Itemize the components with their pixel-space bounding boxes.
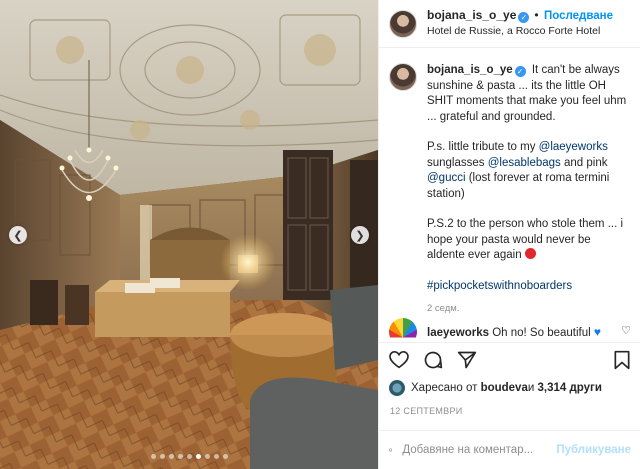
post-photo[interactable]: ❮ ❯: [0, 0, 378, 469]
caption-text-2c: and pink: [560, 156, 608, 169]
header-separator: •: [534, 8, 539, 22]
chevron-right-icon: ❯: [355, 229, 365, 242]
follow-button[interactable]: Последване: [544, 10, 613, 22]
carousel-dot: [159, 454, 165, 459]
like-comment-button[interactable]: ♡: [621, 324, 631, 337]
mention-link[interactable]: @lesablebags: [488, 157, 561, 169]
mention-link[interactable]: @gucci: [427, 172, 466, 184]
post-location[interactable]: Hotel de Russie, a Rocco Forte Hotel: [427, 24, 613, 39]
bookmark-icon[interactable]: [613, 350, 631, 370]
caption-username[interactable]: bojana_is_o_ye: [427, 64, 513, 76]
post-side-panel: bojana_is_o_ye ✓ • Последване Hotel de Rus…: [378, 0, 640, 469]
carousel-dot: [204, 454, 210, 459]
verified-badge-icon: ✓: [518, 12, 530, 23]
post-caption: bojana_is_o_ye ✓ It can't be always sunsh…: [427, 63, 629, 309]
carousel-dot: [177, 454, 183, 459]
comment-text: Oh no! So beautiful: [492, 327, 591, 339]
carousel-dot: [186, 454, 192, 459]
angry-emoji-icon: [524, 248, 536, 259]
hashtag-link[interactable]: #pickpocketswithnoboarders: [427, 280, 572, 292]
likes-middle: и: [527, 382, 535, 394]
likes-summary[interactable]: Харесано от boudeva и 3,314 други: [389, 380, 602, 396]
next-image-button[interactable]: ❯: [351, 226, 369, 244]
caption-row: bojana_is_o_ye ✓ It can't be always sunsh…: [389, 63, 629, 309]
post-date: 12 СЕПТЕМВРИ: [390, 406, 463, 416]
carousel-dot: [222, 454, 228, 459]
liker-username[interactable]: boudeva: [481, 382, 528, 394]
heart-icon[interactable]: [389, 350, 409, 369]
likes-prefix: Харесано от: [411, 382, 478, 394]
post-comment-button[interactable]: Публикуване: [556, 444, 631, 456]
hotel-room-image: [0, 0, 378, 469]
carousel-dot: [195, 454, 201, 459]
commenter-avatar[interactable]: [389, 318, 417, 341]
carousel-dot: [213, 454, 219, 459]
caption-text-2a: P.s. little tribute to my: [427, 141, 539, 153]
post-actions: [379, 342, 640, 376]
caption-avatar[interactable]: [389, 63, 417, 91]
author-avatar[interactable]: [389, 9, 417, 38]
carousel-dots: [0, 454, 378, 459]
add-comment-bar: Публикуване: [379, 430, 640, 469]
mention-link[interactable]: @laeyeworks: [539, 141, 608, 153]
comment-row: laeyeworks Oh no! So beautiful ♥ ♡: [389, 318, 631, 341]
smiley-icon[interactable]: [389, 440, 393, 460]
blue-heart-icon: ♥: [593, 325, 602, 339]
commenter-username[interactable]: laeyeworks: [427, 327, 489, 339]
caption-text-2b: sunglasses: [427, 156, 488, 169]
previous-image-button[interactable]: ❮: [9, 226, 27, 244]
chevron-left-icon: ❮: [13, 229, 23, 242]
comment-input[interactable]: [402, 444, 557, 456]
carousel-dot: [150, 454, 156, 459]
likes-count[interactable]: 3,314 други: [538, 382, 602, 394]
comments-section: bojana_is_o_ye ✓ It can't be always sunsh…: [379, 49, 640, 341]
liker-avatar: [389, 380, 405, 396]
share-icon[interactable]: [457, 350, 477, 370]
comment-icon[interactable]: [423, 350, 443, 370]
carousel-dot: [168, 454, 174, 459]
post-header: bojana_is_o_ye ✓ • Последване Hotel de Rus…: [379, 0, 640, 48]
verified-badge-icon: ✓: [514, 66, 526, 77]
author-username[interactable]: bojana_is_o_ye: [427, 8, 516, 22]
